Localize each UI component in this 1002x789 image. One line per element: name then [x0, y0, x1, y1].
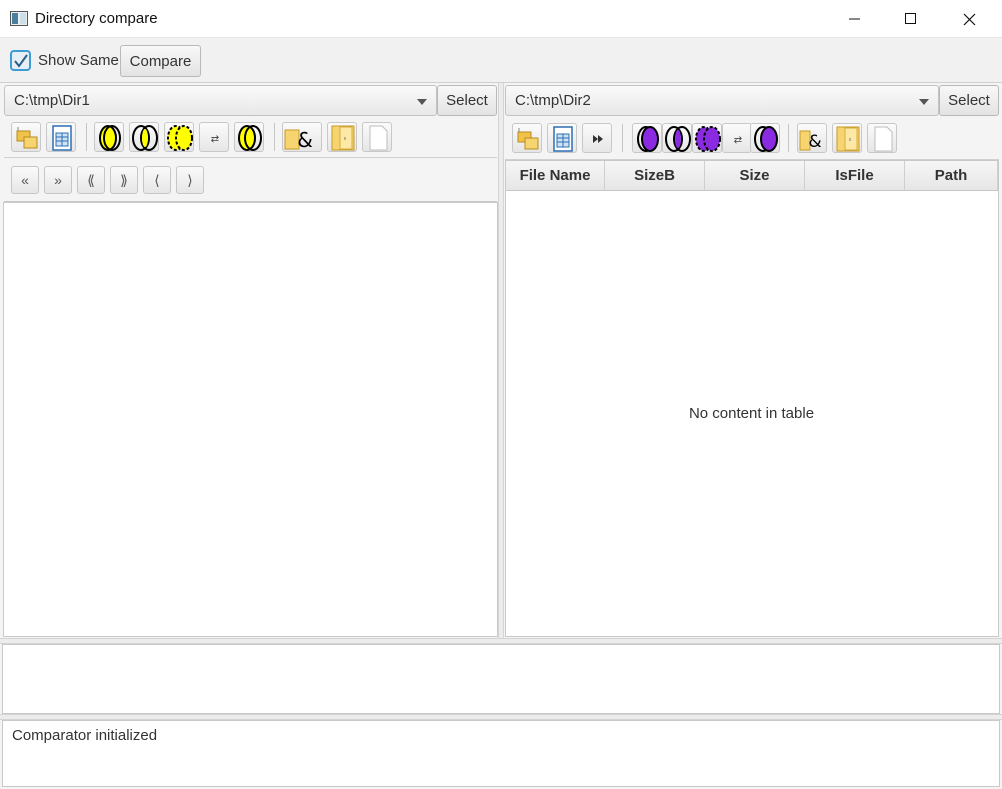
svg-text:&: &	[808, 132, 821, 152]
nav-prev-page-button[interactable]: ⟪	[77, 166, 105, 194]
nav-prev-button[interactable]: ⟨	[143, 166, 171, 194]
maximize-icon	[905, 13, 916, 24]
tree-folder-icon[interactable]	[512, 123, 542, 153]
swap-icon[interactable]: ⇄	[199, 122, 229, 152]
column-header-size[interactable]: Size	[705, 161, 805, 191]
details-area[interactable]	[2, 644, 1000, 714]
nav-last-button[interactable]: »	[44, 166, 72, 194]
right-path-combo[interactable]: C:\tmp\Dir2	[505, 85, 939, 116]
blank-file-icon[interactable]	[362, 122, 392, 152]
diff-icon[interactable]	[164, 122, 194, 152]
left-only-icon[interactable]	[94, 122, 124, 152]
svg-text:⇄: ⇄	[734, 135, 742, 146]
chevron-down-icon	[417, 99, 427, 105]
nav-next-button[interactable]: ⟩	[176, 166, 204, 194]
folder-ampersand-icon[interactable]: &	[282, 122, 322, 152]
chevron-down-icon	[919, 99, 929, 105]
column-header-file-name[interactable]: File Name	[506, 161, 605, 191]
table-empty-message: No content in table	[688, 405, 815, 422]
column-header-isfile[interactable]: IsFile	[805, 161, 905, 191]
svg-text:&: &	[297, 128, 313, 152]
show-same-checkbox[interactable]	[10, 50, 31, 71]
folder-open-icon[interactable]	[327, 122, 357, 152]
left-content-area[interactable]	[3, 202, 498, 637]
intersection-icon[interactable]	[129, 122, 159, 152]
compare-button[interactable]: Compare	[120, 45, 201, 77]
column-header-sizeb[interactable]: SizeB	[605, 161, 705, 191]
intersection-icon[interactable]	[662, 123, 692, 153]
swap-icon[interactable]: ⇄	[722, 123, 752, 153]
maximize-button[interactable]	[888, 0, 934, 38]
checkmark-icon	[14, 54, 28, 68]
left-select-button[interactable]: Select	[437, 85, 497, 116]
minimize-icon	[849, 18, 860, 20]
left-path-value: C:\tmp\Dir1	[14, 92, 90, 109]
close-icon	[963, 13, 975, 25]
window-title: Directory compare	[35, 10, 158, 27]
table-view-icon[interactable]	[46, 122, 76, 152]
right-highlight-icon[interactable]	[750, 123, 780, 153]
blank-file-icon[interactable]	[867, 123, 897, 153]
folder-open-icon[interactable]	[832, 123, 862, 153]
folder-ampersand-icon[interactable]: &	[797, 123, 827, 153]
close-button[interactable]	[946, 0, 992, 38]
fast-forward-icon[interactable]	[582, 123, 612, 153]
nav-first-button[interactable]: «	[11, 166, 39, 194]
svg-text:⇄: ⇄	[211, 134, 219, 145]
app-icon	[10, 11, 28, 26]
left-path-combo[interactable]: C:\tmp\Dir1	[4, 85, 437, 116]
right-path-value: C:\tmp\Dir2	[515, 92, 591, 109]
right-table[interactable]	[505, 160, 999, 637]
show-same-label[interactable]: Show Same	[38, 52, 119, 69]
minimize-button[interactable]	[832, 0, 878, 38]
split-divider[interactable]	[498, 83, 504, 639]
nav-next-page-button[interactable]: ⟫	[110, 166, 138, 194]
right-select-button[interactable]: Select	[939, 85, 999, 116]
tree-folder-icon[interactable]	[11, 122, 41, 152]
left-highlight-icon[interactable]	[234, 122, 264, 152]
column-header-path[interactable]: Path	[905, 161, 998, 191]
status-message: Comparator initialized	[12, 727, 158, 744]
right-only-icon[interactable]	[632, 123, 662, 153]
diff-icon[interactable]	[692, 123, 722, 153]
table-view-icon[interactable]	[547, 123, 577, 153]
